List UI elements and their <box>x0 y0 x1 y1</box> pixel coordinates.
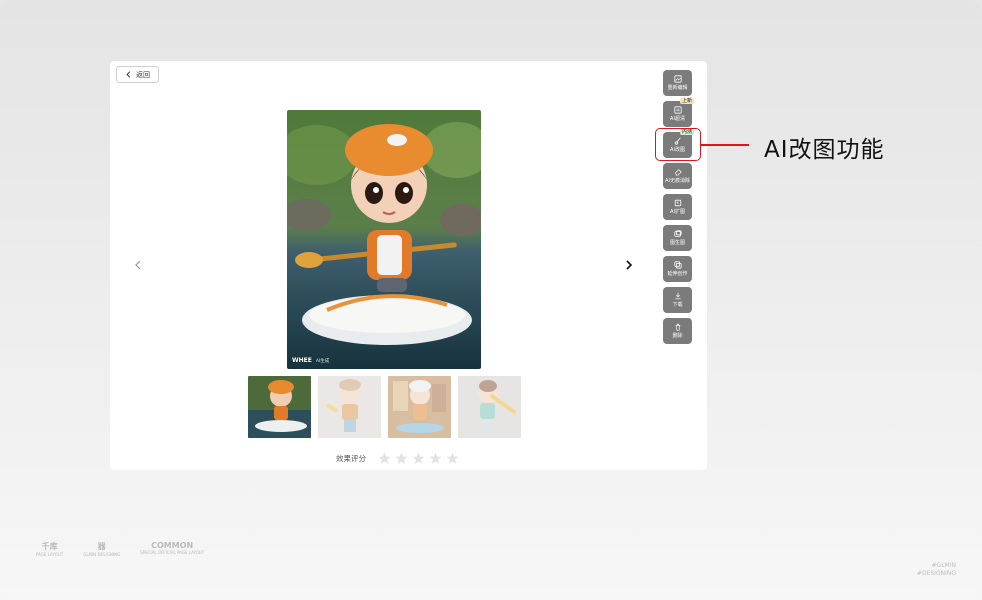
download-button[interactable]: 下载 <box>663 287 692 313</box>
trash-icon <box>675 323 680 331</box>
thumbnail-2[interactable] <box>318 376 381 438</box>
delete-label: 删除 <box>672 333 683 339</box>
thumbnail-4[interactable] <box>458 376 521 438</box>
girl-paddleboard-illustration <box>287 110 481 369</box>
download-icon <box>674 292 681 300</box>
annotation-connector <box>701 144 749 146</box>
image-to-image-button[interactable]: 图生图 <box>663 225 692 251</box>
star-icon[interactable] <box>395 452 408 465</box>
back-label: 返回 <box>136 70 150 79</box>
star-icon[interactable] <box>446 452 459 465</box>
hd-icon <box>673 106 682 114</box>
main-image[interactable] <box>287 110 481 369</box>
back-button[interactable]: 返回 <box>116 66 159 83</box>
star-icon[interactable] <box>412 452 425 465</box>
chevron-left-icon[interactable] <box>133 259 143 271</box>
watermark-sub: AI生成 <box>315 358 330 364</box>
designer-signature: #GLMIN #DESIGNING <box>917 562 956 578</box>
footer-logo-mark: COMMON <box>151 541 194 550</box>
star-icon[interactable] <box>378 452 391 465</box>
expand-icon <box>674 199 681 207</box>
download-label: 下载 <box>672 302 683 308</box>
re-edit-button[interactable]: 重新编辑 <box>663 70 692 96</box>
new-badge: 上新 <box>679 98 694 104</box>
extend-create-button[interactable]: 延伸创作 <box>663 256 692 282</box>
chevron-right-icon[interactable] <box>624 259 634 271</box>
copy-icon <box>673 261 682 269</box>
chevron-left-icon <box>126 71 131 78</box>
ai-eraser-button[interactable]: AI无痕消除 <box>663 163 692 189</box>
annotation-highlight <box>655 128 701 161</box>
thumbnail-1[interactable] <box>248 376 311 438</box>
thumbnail-3[interactable] <box>388 376 451 438</box>
thumbnail-strip <box>248 376 521 438</box>
watermark-text: WHEE <box>292 357 312 364</box>
rating-bar: 效果评分 <box>336 452 459 465</box>
signature-line-1: #GLMIN <box>931 562 956 569</box>
footer-logo-mark: 千库 <box>41 542 58 551</box>
footer-logo-caption: SPECIAL OFFICIAL PAGE LAYOUT <box>140 550 205 555</box>
ai-eraser-label: AI无痕消除 <box>665 178 690 184</box>
ai-hd-label: AI超清 <box>670 116 685 122</box>
signature-line-2: #DESIGNING <box>916 570 956 577</box>
footer-logo-3: COMMON SPECIAL OFFICIAL PAGE LAYOUT <box>140 541 204 555</box>
footer-logo-mark: 器 <box>97 542 106 551</box>
ai-expand-label: AI扩图 <box>670 209 685 215</box>
footer-logo-caption: PAGE LAYOUT <box>36 552 64 557</box>
watermark: WHEE AI生成 <box>292 357 329 364</box>
delete-button[interactable]: 删除 <box>663 318 692 344</box>
footer-logo-2: 器 GLMIN DESIGNING <box>83 541 120 557</box>
extend-create-label: 延伸创作 <box>667 271 688 277</box>
ai-expand-button[interactable]: AI扩图 <box>663 194 692 220</box>
re-edit-label: 重新编辑 <box>667 85 688 91</box>
images-icon <box>673 230 682 237</box>
annotation-callout: AI改图功能 <box>764 137 885 163</box>
footer-logos: 千库 PAGE LAYOUT 器 GLMIN DESIGNING COMMON … <box>36 541 204 557</box>
star-icon[interactable] <box>429 452 442 465</box>
image-edit-icon <box>673 75 682 83</box>
ai-hd-button[interactable]: 上新 AI超清 <box>663 98 694 127</box>
footer-logo-1: 千库 PAGE LAYOUT <box>36 541 63 557</box>
eraser-icon <box>674 169 682 176</box>
rating-label: 效果评分 <box>336 454 366 463</box>
image-to-image-label: 图生图 <box>669 240 685 246</box>
footer-logo-caption: GLMIN DESIGNING <box>83 552 121 557</box>
